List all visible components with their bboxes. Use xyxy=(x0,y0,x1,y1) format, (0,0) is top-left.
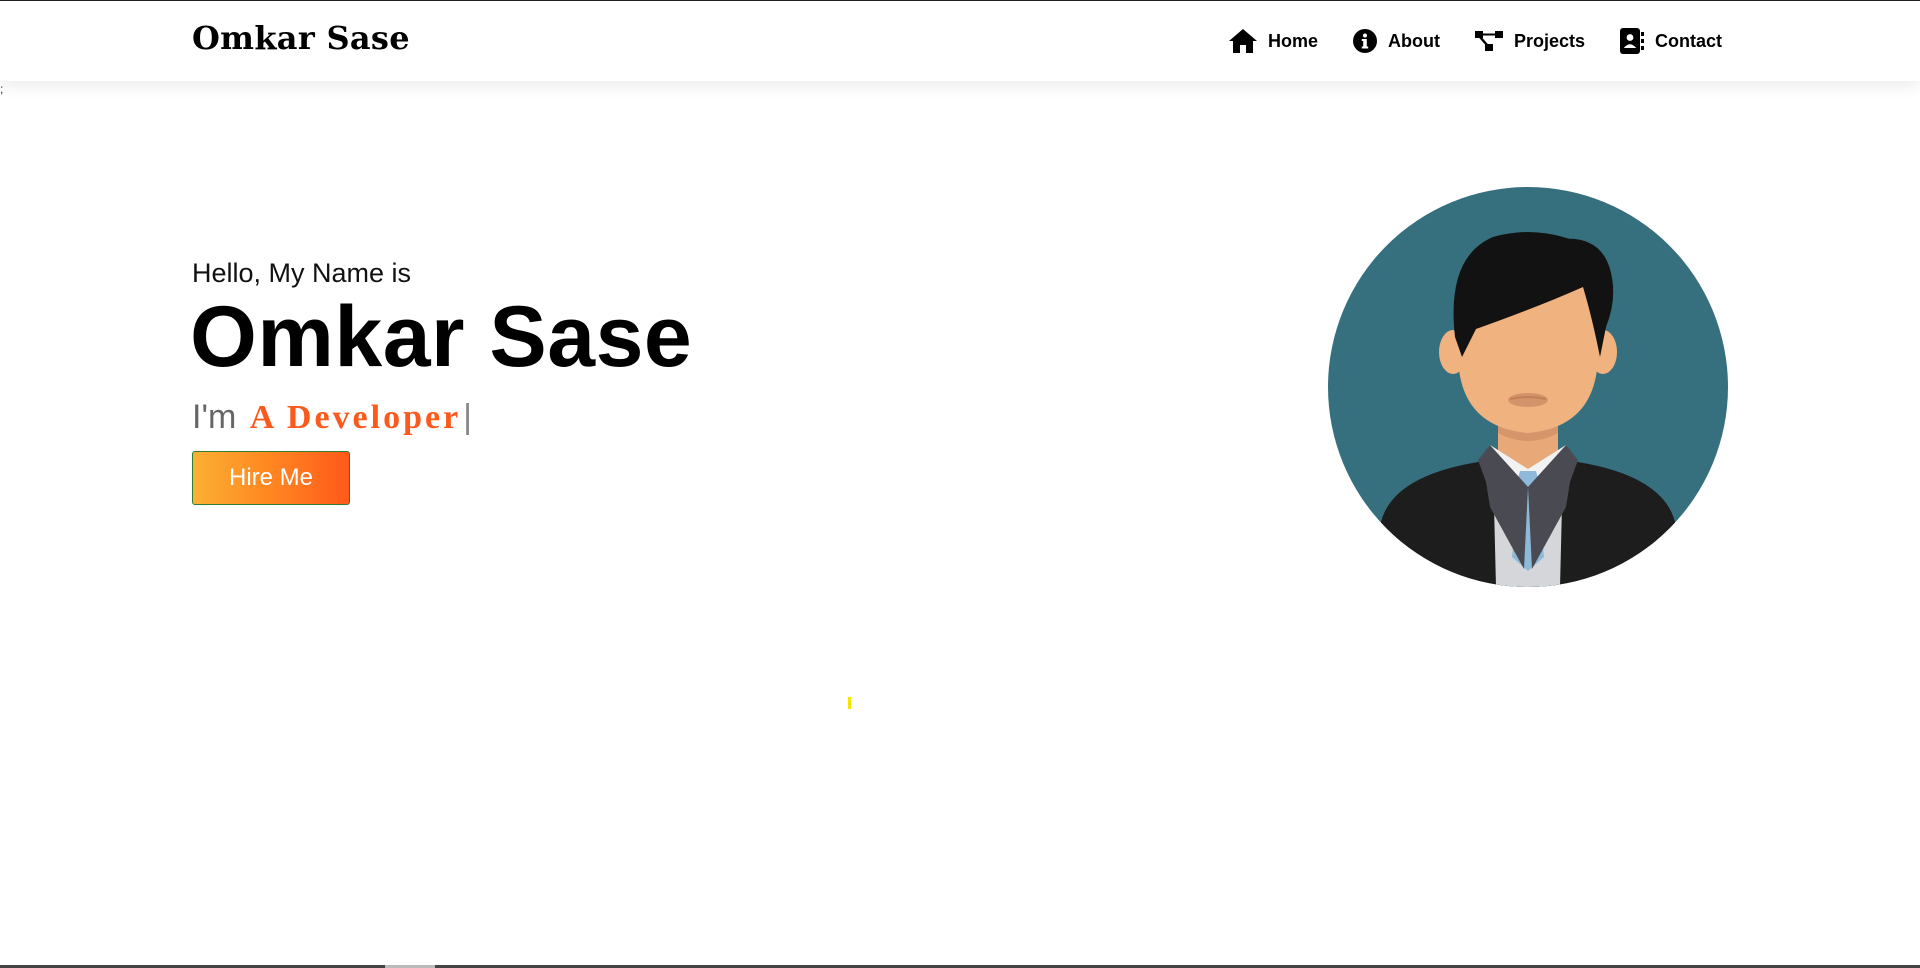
address-book-icon xyxy=(1619,27,1645,55)
main-nav: Home About Projects Contact xyxy=(1228,27,1722,55)
nav-item-label: Projects xyxy=(1513,30,1585,51)
hero-name: Omkar Sase xyxy=(190,289,693,385)
project-diagram-icon xyxy=(1474,29,1504,53)
nav-item-label: Contact xyxy=(1655,30,1722,51)
home-icon xyxy=(1228,28,1258,54)
nav-item-home[interactable]: Home xyxy=(1228,28,1318,54)
hire-me-button[interactable]: Hire Me xyxy=(192,451,350,505)
nav-item-contact[interactable]: Contact xyxy=(1619,27,1722,55)
nav-item-label: Home xyxy=(1267,30,1318,51)
hero-role: I'm A Developer| xyxy=(192,398,472,437)
role-prefix: I'm xyxy=(192,398,237,436)
nav-item-label: About xyxy=(1387,30,1440,51)
hero-section: Hello, My Name is Omkar Sase I'm A Devel… xyxy=(190,258,692,505)
typing-cursor: | xyxy=(463,398,473,436)
brand-logo[interactable]: Omkar Sase xyxy=(192,19,410,57)
stray-text: ; xyxy=(0,82,4,96)
decorative-mark xyxy=(848,697,851,709)
hero-greeting: Hello, My Name is xyxy=(192,258,412,288)
typed-role: A Developer xyxy=(249,399,462,436)
navbar: Omkar Sase Home About Projects Contact xyxy=(0,1,1920,81)
businessman-avatar-icon xyxy=(1328,187,1728,587)
nav-item-about[interactable]: About xyxy=(1352,28,1440,54)
info-icon xyxy=(1352,28,1378,54)
nav-item-projects[interactable]: Projects xyxy=(1474,29,1585,53)
